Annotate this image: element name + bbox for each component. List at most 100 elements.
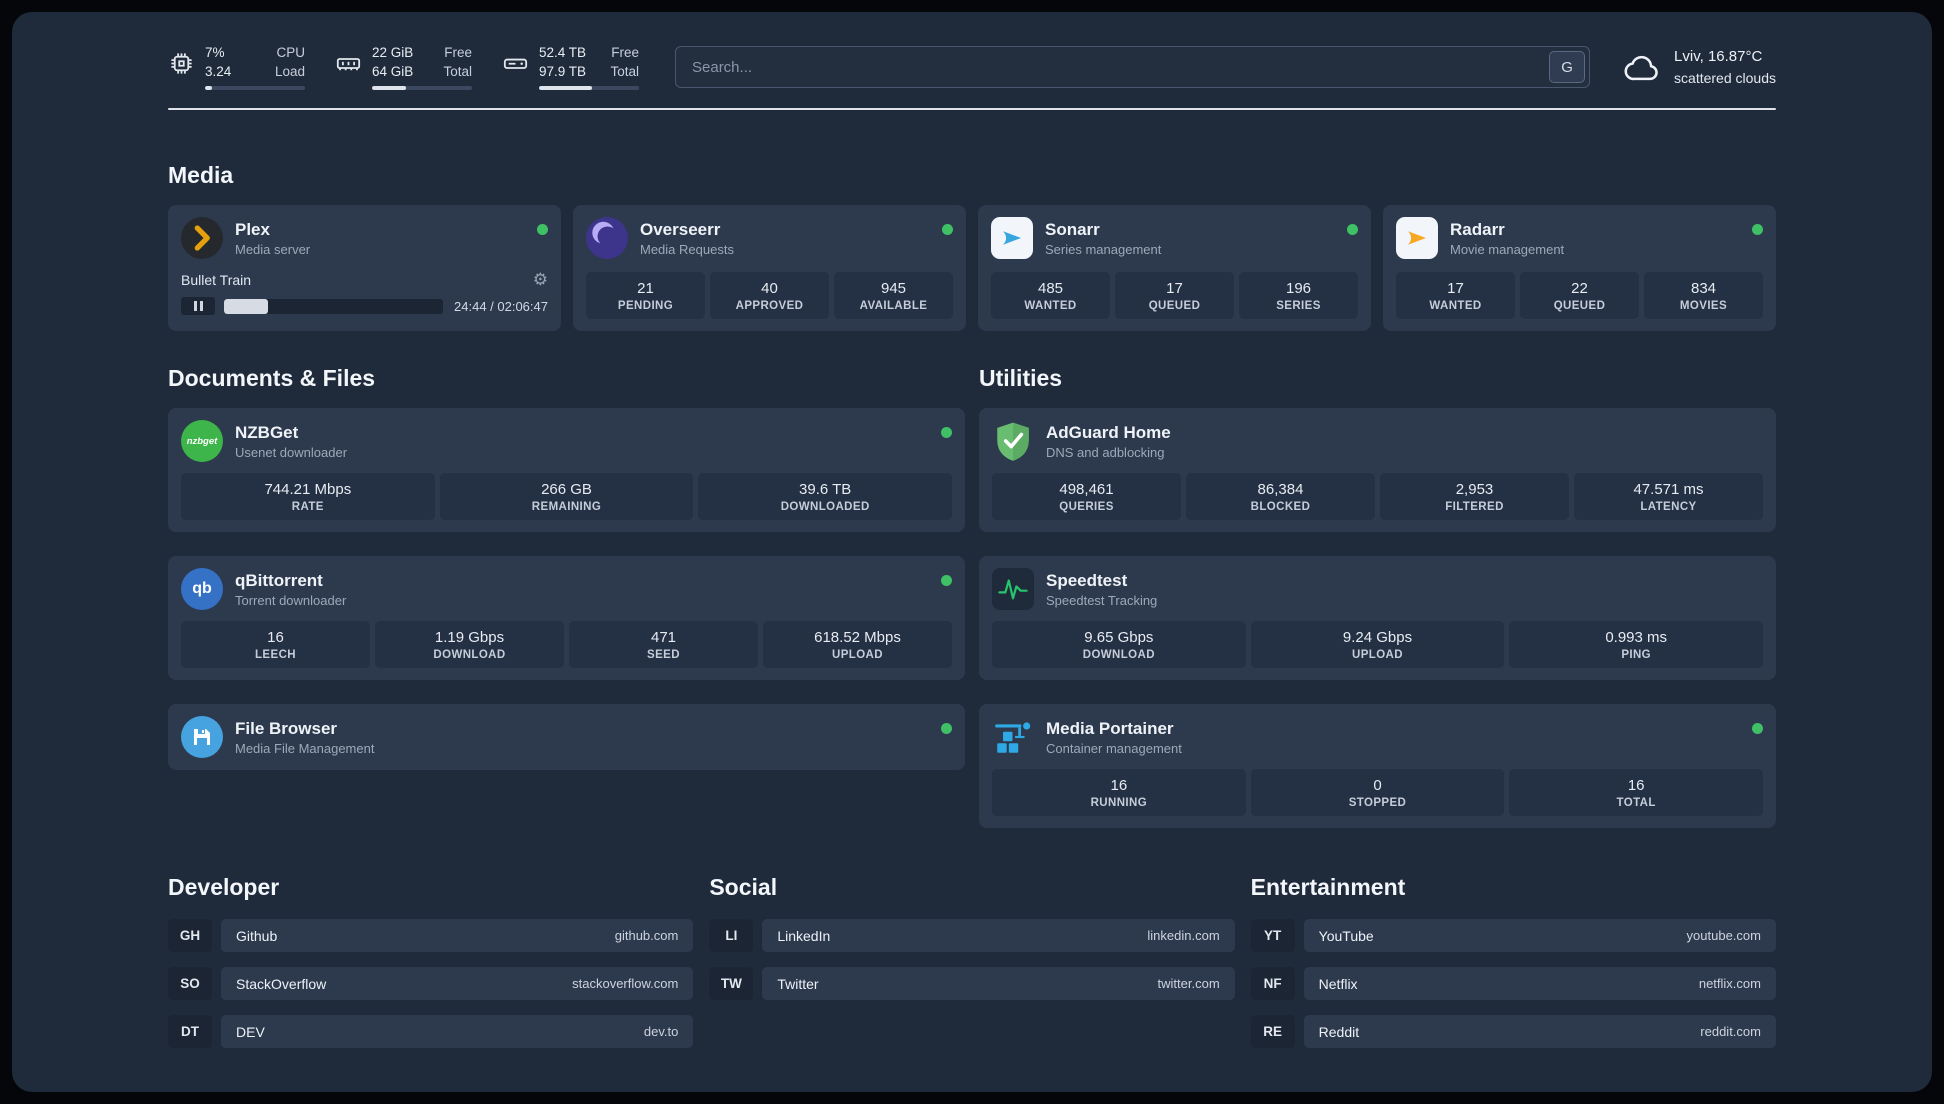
- nzbget-app-link[interactable]: nzbget NZBGet Usenet downloader: [181, 420, 952, 462]
- stat-latency: 47.571 ms LATENCY: [1574, 473, 1763, 520]
- stackoverflow-link[interactable]: StackOverflow stackoverflow.com: [221, 967, 694, 1000]
- app-card-radarr: Radarr Movie management 17 WANTED 22 QUEUE…: [1383, 205, 1776, 331]
- gear-icon[interactable]: ⚙: [533, 271, 548, 288]
- radarr-title: Radarr: [1450, 220, 1505, 240]
- search-input[interactable]: [675, 46, 1591, 88]
- nzbget-status-dot: [941, 427, 952, 438]
- ram-free-label: Free: [444, 45, 472, 61]
- cloud-icon: [1624, 55, 1658, 81]
- dev-link[interactable]: DEV dev.to: [221, 1015, 694, 1048]
- app-card-speedtest: Speedtest Speedtest Tracking 9.65 Gbps DO…: [979, 556, 1776, 680]
- youtube-link[interactable]: YouTube youtube.com: [1303, 919, 1776, 952]
- stat-seed: 471 SEED: [569, 621, 758, 668]
- app-card-plex: Plex Media server Bullet Train ⚙ 24:44 /…: [168, 205, 561, 331]
- cpu-load-value: 3.24: [205, 63, 232, 79]
- bookmark-group-entertainment: Entertainment YT YouTube youtube.com NF N…: [1250, 828, 1776, 1063]
- ram-progress-bar: [372, 85, 472, 90]
- plex-status-dot: [537, 224, 548, 235]
- stat-filtered: 2,953 FILTERED: [1380, 473, 1569, 520]
- bookmark-github: GH Github github.com: [168, 919, 694, 952]
- cpu-progress-bar: [205, 85, 305, 90]
- plex-icon: [181, 217, 223, 259]
- adguard-app-link[interactable]: AdGuard Home DNS and adblocking: [992, 420, 1763, 462]
- overseerr-stats: 21 PENDING 40 APPROVED 945 AVAILABLE: [586, 261, 953, 319]
- top-bar: 7% CPU 3.24 Load 22 GiB Free 64 GiB Total: [168, 38, 1776, 96]
- search-key-hint[interactable]: G: [1549, 51, 1586, 83]
- stat-download: 1.19 Gbps DOWNLOAD: [375, 621, 564, 668]
- twitter-badge: TW: [709, 967, 754, 1000]
- stat-blocked: 86,384 BLOCKED: [1186, 473, 1375, 520]
- speedtest-subtitle: Speedtest Tracking: [1046, 592, 1158, 608]
- search-bar: G: [675, 46, 1591, 88]
- disk-free-label: Free: [611, 45, 639, 61]
- sonarr-app-link[interactable]: Sonarr Series management: [991, 217, 1358, 259]
- stat-available: 945 AVAILABLE: [834, 272, 953, 319]
- linkedin-link[interactable]: LinkedIn linkedin.com: [762, 919, 1235, 952]
- weather-condition: scattered clouds: [1674, 69, 1776, 86]
- playback-progress-fill: [224, 298, 268, 314]
- adguard-stats: 498,461 QUERIES 86,384 BLOCKED 2,953 FILTER…: [992, 462, 1763, 520]
- stat-upload: 618.52 Mbps UPLOAD: [763, 621, 952, 668]
- section-heading-media: Media: [168, 162, 234, 188]
- portainer-status-dot: [1752, 723, 1763, 734]
- plex-title: Plex: [235, 220, 270, 240]
- cpu-icon: [171, 53, 192, 74]
- adguard-subtitle: DNS and adblocking: [1046, 444, 1165, 460]
- stat-remaining: 266 GB REMAINING: [439, 473, 694, 520]
- radarr-stats: 17 WANTED 22 QUEUED 834 MOVIES: [1396, 261, 1763, 319]
- stat-queries: 498,461 QUERIES: [992, 473, 1181, 520]
- bookmark-stackoverflow: SO StackOverflow stackoverflow.com: [168, 967, 694, 1000]
- disk-monitor: 52.4 TB Free 97.9 TB Total: [502, 44, 639, 90]
- speedtest-stats: 9.65 Gbps DOWNLOAD 9.24 Gbps UPLOAD 0.993 …: [992, 610, 1764, 668]
- cpu-label: CPU: [276, 45, 305, 61]
- ram-total-value: 64 GiB: [372, 63, 414, 79]
- bookmark-youtube: YT YouTube youtube.com: [1250, 919, 1776, 952]
- playback-time: 24:44 / 02:06:47: [454, 298, 548, 314]
- now-playing-title: Bullet Train: [181, 271, 252, 288]
- nzbget-subtitle: Usenet downloader: [235, 444, 348, 460]
- netflix-link[interactable]: Netflix netflix.com: [1303, 967, 1776, 1000]
- bookmark-dev: DT DEV dev.to: [168, 1015, 694, 1048]
- stackoverflow-badge: SO: [168, 967, 212, 1000]
- filebrowser-subtitle: Media File Management: [235, 740, 375, 756]
- system-monitors: 7% CPU 3.24 Load 22 GiB Free 64 GiB Total: [168, 44, 639, 90]
- nzbget-stats: 744.21 Mbps RATE 266 GB REMAINING 39.6 TB D…: [181, 462, 953, 520]
- stat-download: 9.65 Gbps DOWNLOAD: [992, 621, 1246, 668]
- qbittorrent-app-link[interactable]: qb qBittorrent Torrent downloader: [181, 568, 952, 610]
- bookmark-reddit: RE Reddit reddit.com: [1250, 1015, 1776, 1048]
- github-badge: GH: [168, 919, 212, 952]
- app-card-nzbget: nzbget NZBGet Usenet downloader 744.21 M…: [168, 408, 965, 532]
- reddit-link[interactable]: Reddit reddit.com: [1303, 1015, 1776, 1048]
- disk-progress-fill: [539, 85, 592, 90]
- portainer-app-link[interactable]: Media Portainer Container management: [992, 716, 1763, 758]
- topbar-divider: [168, 108, 1776, 110]
- nzbget-icon: nzbget: [181, 420, 223, 462]
- stat-movies: 834 MOVIES: [1644, 272, 1763, 319]
- speedtest-app-link[interactable]: Speedtest Speedtest Tracking: [992, 568, 1763, 610]
- stat-total: 16 TOTAL: [1509, 769, 1764, 816]
- bookmark-group-developer: Developer GH Github github.com SO StackOv…: [168, 828, 694, 1063]
- radarr-app-link[interactable]: Radarr Movie management: [1396, 217, 1763, 259]
- twitter-link[interactable]: Twitter twitter.com: [762, 967, 1235, 1000]
- qbittorrent-status-dot: [941, 575, 952, 586]
- linkedin-badge: LI: [709, 919, 754, 952]
- speedtest-title: Speedtest: [1046, 571, 1128, 591]
- github-link[interactable]: Github github.com: [221, 919, 694, 952]
- overseerr-icon: [586, 217, 628, 259]
- section-heading-utilities: Utilities: [979, 365, 1063, 391]
- plex-app-link[interactable]: Plex Media server: [181, 217, 548, 259]
- filebrowser-icon: [181, 716, 223, 758]
- app-card-filebrowser: File Browser Media File Management: [168, 704, 965, 770]
- filebrowser-app-link[interactable]: File Browser Media File Management: [181, 716, 952, 758]
- sonarr-icon: [991, 217, 1033, 259]
- documents-column: Documents & Files nzbget NZBGet Usenet d…: [168, 331, 965, 828]
- stat-leech: 16 LEECH: [181, 621, 370, 668]
- playback-progress-bar[interactable]: [224, 298, 444, 314]
- disk-icon: [503, 58, 528, 70]
- bookmark-linkedin: LI LinkedIn linkedin.com: [709, 919, 1235, 952]
- overseerr-app-link[interactable]: Overseerr Media Requests: [586, 217, 953, 259]
- overseerr-subtitle: Media Requests: [640, 241, 734, 257]
- ram-free-value: 22 GiB: [372, 45, 414, 61]
- utilities-column: Utilities AdGuard Home DNS and adblockin…: [979, 331, 1776, 828]
- pause-button[interactable]: [181, 297, 215, 315]
